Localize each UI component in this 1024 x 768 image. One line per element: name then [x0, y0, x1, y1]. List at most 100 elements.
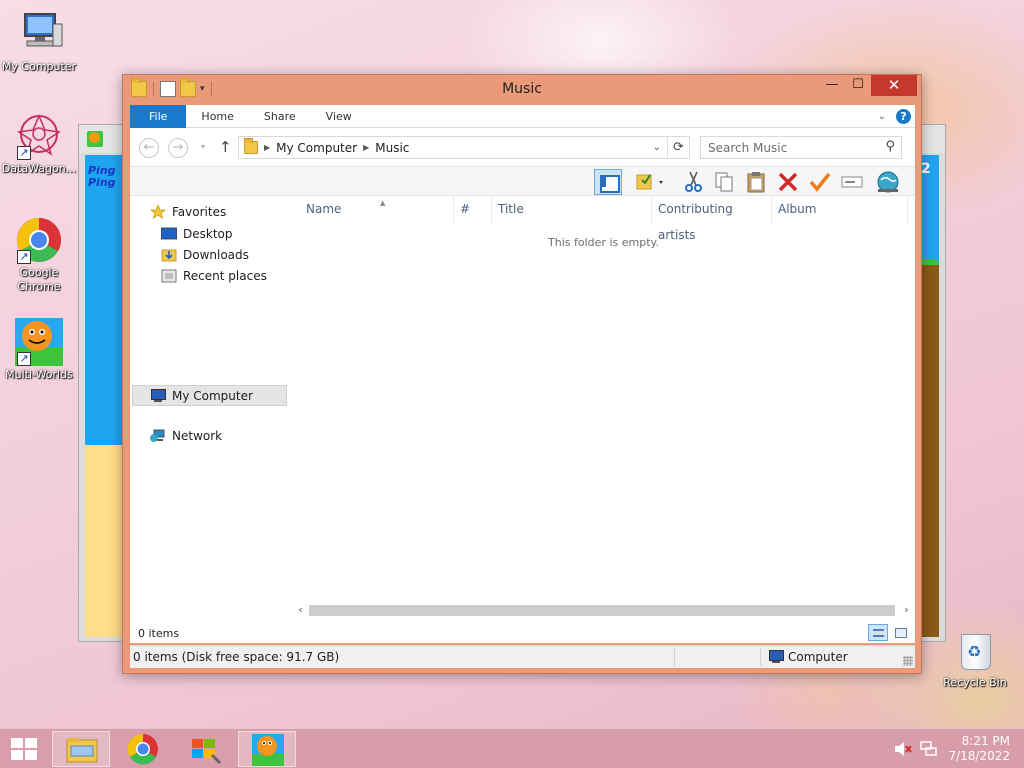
nav-item-desktop[interactable]: Desktop: [160, 227, 233, 241]
rename-button[interactable]: [838, 169, 866, 195]
globe-button[interactable]: [874, 169, 902, 195]
select-folder-button[interactable]: [634, 169, 668, 195]
copy-button[interactable]: [710, 169, 738, 195]
tab-file[interactable]: File: [130, 105, 187, 128]
ribbon-tabs: File Home Share View ⌄ ?: [130, 105, 915, 128]
back-button[interactable]: ←: [139, 138, 159, 158]
desktop-icon-label: Google Chrome: [17, 266, 61, 293]
navigation-pane: Favorites Desktop Downloads Recent place…: [130, 196, 292, 624]
desktop-icon-datawagon[interactable]: ↗ DataWagon...: [0, 112, 78, 176]
column-label: #: [460, 202, 471, 216]
taskbar-multiworlds[interactable]: [238, 731, 296, 767]
folder-icon: [244, 138, 258, 154]
column-header-album[interactable]: Album: [772, 196, 908, 222]
item-status-bar: 0 items: [130, 624, 915, 643]
volume-muted-icon[interactable]: [894, 741, 912, 760]
taskbar-file-explorer[interactable]: [52, 731, 110, 767]
large-icons-view-button[interactable]: [890, 624, 910, 641]
cut-button[interactable]: [680, 169, 708, 195]
nav-label: Favorites: [172, 205, 227, 219]
empty-folder-message: This folder is empty.: [548, 236, 659, 249]
datawagon-icon: ↗: [15, 112, 63, 160]
star-icon: [149, 203, 167, 219]
search-icon[interactable]: ⚲: [885, 139, 895, 154]
nav-label: Downloads: [183, 248, 249, 262]
breadcrumb-music[interactable]: Music: [375, 141, 409, 155]
computer-icon: [15, 10, 63, 58]
file-explorer-window[interactable]: ▾ Music — ☐ ✕ File Home Share View ⌄ ? ←…: [122, 74, 922, 674]
paste-button[interactable]: [742, 169, 770, 195]
disk-free-space: 0 items (Disk free space: 91.7 GB): [133, 650, 340, 664]
preview-pane-button[interactable]: [594, 169, 622, 195]
refresh-button[interactable]: ⟳: [667, 137, 689, 158]
nav-item-favorites[interactable]: Favorites: [149, 203, 227, 219]
expand-ribbon-icon[interactable]: ⌄: [878, 111, 886, 122]
horizontal-scrollbar[interactable]: ‹ ›: [292, 601, 915, 618]
nav-item-network[interactable]: Network: [150, 429, 222, 443]
location-label: Computer: [788, 650, 848, 664]
sort-arrow-icon: ▲: [380, 199, 386, 207]
desktop-icon-multiworlds[interactable]: ↗ Multi-Worlds: [0, 318, 78, 382]
nav-item-recent-places[interactable]: Recent places: [161, 269, 267, 283]
windows-update-icon: [192, 739, 222, 765]
file-list[interactable]: ▲ Name # Title Contributing artists Albu…: [292, 196, 915, 624]
details-view-button[interactable]: [868, 624, 888, 641]
column-header-number[interactable]: #: [454, 196, 492, 222]
up-button[interactable]: ↑: [219, 138, 232, 156]
nav-item-my-computer[interactable]: My Computer: [132, 385, 287, 406]
recent-locations-icon[interactable]: ▾: [201, 142, 205, 151]
recent-places-icon: [161, 269, 177, 283]
scroll-left-icon[interactable]: ‹: [292, 601, 309, 618]
search-box: ⚲: [700, 136, 902, 159]
shortcut-arrow-icon: ↗: [17, 352, 31, 366]
column-header-name[interactable]: ▲ Name: [300, 196, 454, 222]
nav-item-downloads[interactable]: Downloads: [161, 248, 249, 262]
chevron-down-icon[interactable]: ⌄: [653, 142, 661, 153]
breadcrumb-my-computer[interactable]: My Computer: [276, 141, 357, 155]
item-count: 0 items: [138, 627, 180, 640]
clock[interactable]: 8:21 PM 7/18/2022: [948, 734, 1010, 764]
chrome-icon: ↗: [15, 216, 63, 264]
minimize-button[interactable]: —: [819, 75, 845, 96]
windows-logo-icon: [11, 738, 23, 748]
search-input[interactable]: [701, 137, 871, 158]
properties-check-button[interactable]: [806, 169, 834, 195]
desktop-icon-chrome[interactable]: ↗ Google Chrome: [0, 216, 78, 294]
taskbar-chrome[interactable]: [114, 731, 172, 767]
tab-home[interactable]: Home: [186, 105, 248, 128]
address-bar[interactable]: ▶ My Computer ▶ Music ⌄ ⟳: [238, 136, 690, 159]
desktop-icon-recycle-bin[interactable]: Recycle Bin: [938, 630, 1012, 689]
resize-grip[interactable]: [903, 656, 913, 666]
nav-label: Recent places: [183, 269, 267, 283]
chevron-right-icon[interactable]: ▶: [363, 143, 369, 152]
taskbar-windows-update[interactable]: [176, 731, 234, 767]
network-status-icon[interactable]: [920, 741, 938, 760]
help-icon[interactable]: ?: [896, 109, 911, 124]
scroll-right-icon[interactable]: ›: [898, 601, 915, 618]
tab-view[interactable]: View: [311, 105, 367, 128]
maximize-button[interactable]: ☐: [845, 75, 871, 96]
desktop-icon-label: DataWagon...: [1, 162, 77, 175]
taskbar: 8:21 PM 7/18/2022: [0, 728, 1024, 768]
column-header-contributing-artists[interactable]: Contributing artists: [652, 196, 772, 242]
window-titlebar[interactable]: ▾ Music — ☐ ✕: [123, 75, 921, 105]
column-label: Name: [306, 202, 342, 216]
network-icon: [150, 429, 166, 443]
recycle-bin-icon: [959, 630, 991, 670]
desktop-icon-my-computer[interactable]: My Computer: [0, 10, 78, 74]
delete-button[interactable]: [774, 169, 802, 195]
game-text: Ping Ping: [88, 164, 116, 189]
start-button[interactable]: [8, 737, 40, 761]
forward-button[interactable]: →: [168, 138, 188, 158]
command-toolbar: [130, 166, 915, 196]
chevron-right-icon[interactable]: ▶: [264, 143, 270, 152]
nav-label: My Computer: [172, 388, 253, 403]
downloads-folder-icon: [161, 248, 177, 262]
desktop-icon-label: My Computer: [1, 60, 77, 73]
tab-share[interactable]: Share: [249, 105, 311, 128]
column-header-title[interactable]: Title: [492, 196, 652, 222]
caption-buttons: — ☐ ✕: [819, 75, 917, 96]
close-button[interactable]: ✕: [871, 75, 917, 96]
game-panel-left: Ping Ping: [85, 155, 125, 637]
scrollbar-thumb[interactable]: [309, 605, 895, 616]
